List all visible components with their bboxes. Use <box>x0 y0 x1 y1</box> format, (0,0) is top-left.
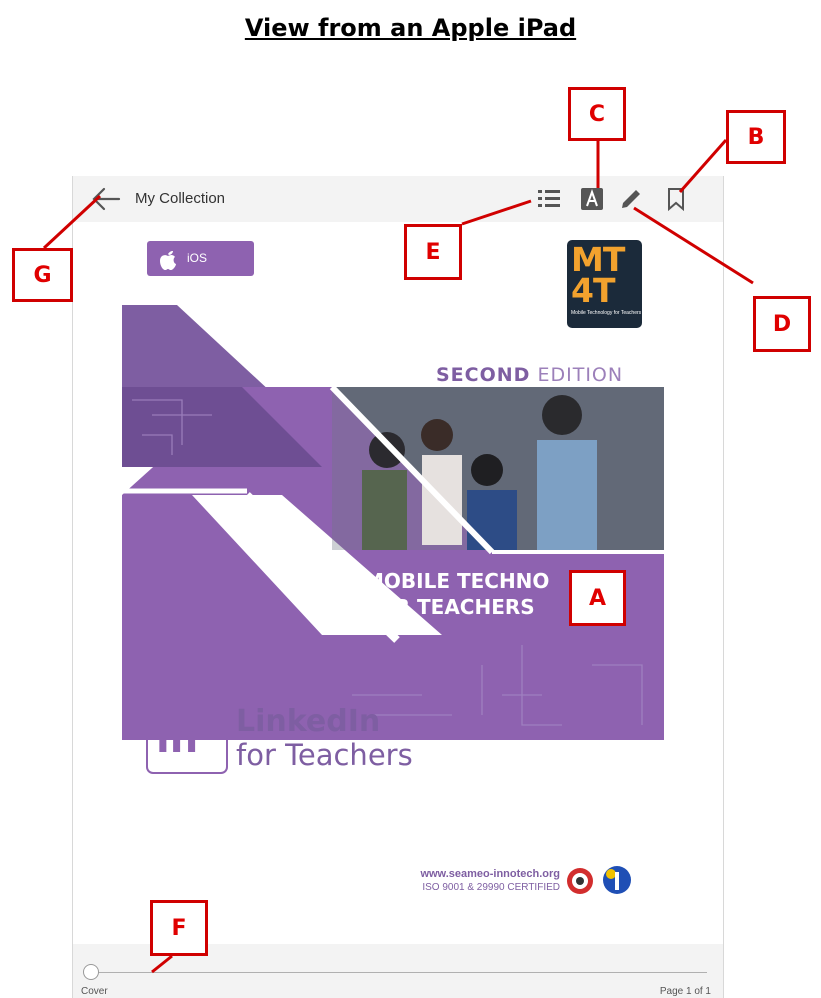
callout-leader-lines <box>42 139 754 974</box>
callout-e: E <box>404 224 462 280</box>
callout-c: C <box>568 87 626 141</box>
callout-d: D <box>753 296 811 352</box>
callout-f: F <box>150 900 208 956</box>
callout-g: G <box>12 248 73 302</box>
callout-a: A <box>569 570 626 626</box>
callout-b: B <box>726 110 786 164</box>
